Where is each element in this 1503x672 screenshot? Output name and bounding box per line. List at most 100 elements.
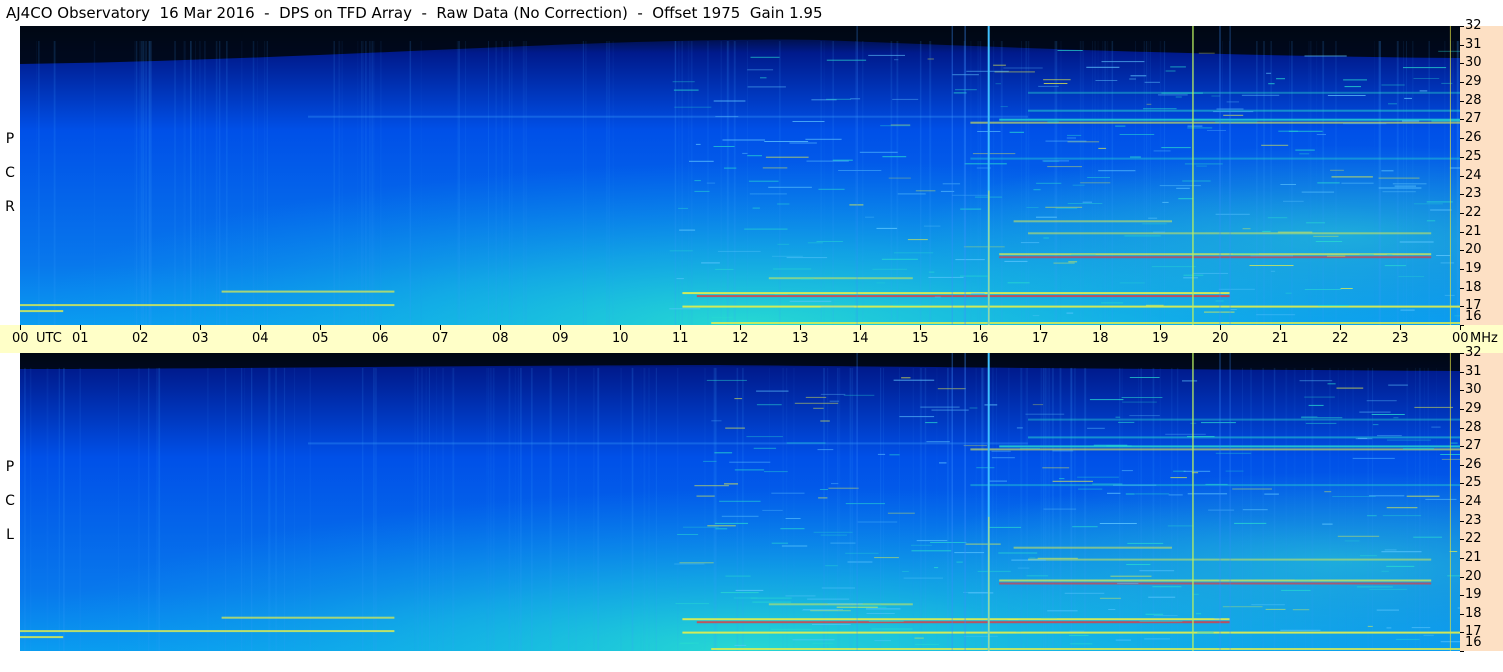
speckle <box>669 308 701 310</box>
texture-column <box>1159 367 1161 651</box>
speckle <box>1042 467 1070 469</box>
speckle <box>984 404 998 406</box>
texture-column <box>983 367 985 651</box>
speckle <box>674 106 712 108</box>
texture-column <box>849 367 851 651</box>
texture-column <box>1222 41 1223 325</box>
speckle <box>955 89 977 91</box>
speckle <box>1386 565 1415 567</box>
speckle <box>714 452 733 454</box>
texture-column <box>585 41 587 325</box>
texture-column <box>138 367 140 651</box>
speckle <box>1343 123 1387 125</box>
speckle <box>820 306 855 308</box>
speckle <box>1052 450 1074 452</box>
texture-column <box>736 367 738 651</box>
speckle <box>911 544 932 546</box>
speckle <box>1187 436 1215 438</box>
speckle <box>1170 477 1187 479</box>
speckle <box>927 58 934 60</box>
speckle <box>1043 508 1077 510</box>
speckle <box>1095 80 1118 81</box>
speckle <box>701 262 720 264</box>
texture-column <box>1242 367 1243 651</box>
texture-column <box>1040 367 1042 651</box>
vertical-interference-line <box>988 190 990 325</box>
speckle <box>934 567 939 569</box>
frequency-tick <box>1460 539 1464 541</box>
texture-column <box>46 367 49 651</box>
texture-column <box>1111 41 1114 325</box>
speckle <box>1268 83 1275 85</box>
speckle <box>713 100 746 102</box>
speckle <box>771 492 805 494</box>
rfi-line <box>1028 418 1460 421</box>
frequency-tick <box>1460 175 1464 177</box>
speckle <box>1378 177 1420 179</box>
speckle <box>772 268 812 270</box>
speckle <box>1249 265 1294 266</box>
texture-column <box>520 367 522 651</box>
speckle <box>1343 79 1367 81</box>
time-axis-label: 09 <box>552 331 569 346</box>
time-tick <box>440 325 441 330</box>
speckle <box>742 152 748 154</box>
speckle <box>1126 564 1151 565</box>
speckle <box>1344 86 1361 88</box>
texture-column <box>1121 367 1123 651</box>
texture-column <box>654 367 656 651</box>
speckle <box>1015 631 1022 633</box>
texture-column <box>1149 41 1151 325</box>
speckle <box>1187 125 1203 127</box>
speckle <box>1167 525 1194 527</box>
speckle <box>1262 230 1271 232</box>
speckle <box>1367 515 1377 517</box>
frequency-tick <box>1460 100 1464 102</box>
speckle <box>715 116 739 118</box>
lcp-frequency-label: 18 <box>1465 605 1482 621</box>
speckle <box>1377 435 1402 437</box>
speckle <box>780 528 805 530</box>
rcp-frequency-label: 26 <box>1465 130 1482 146</box>
vertical-interference-line <box>1229 353 1231 651</box>
speckle <box>1066 137 1076 139</box>
texture-column <box>733 41 736 325</box>
texture-column <box>36 41 37 325</box>
speckle <box>995 83 1001 85</box>
speckle <box>1193 593 1199 595</box>
frequency-tick <box>1460 520 1464 522</box>
speckle <box>695 143 701 145</box>
texture-column <box>465 41 466 325</box>
speckle <box>821 587 855 589</box>
time-tick <box>1160 325 1161 330</box>
speckle <box>1153 615 1178 617</box>
speckle <box>1392 183 1427 185</box>
speckle <box>847 561 873 563</box>
rfi-line <box>1028 436 1460 439</box>
speckle <box>960 275 988 277</box>
texture-column <box>488 41 489 325</box>
speckle <box>956 561 963 563</box>
speckle <box>715 268 734 270</box>
speckle <box>1135 493 1170 495</box>
texture-column <box>1380 41 1381 325</box>
speckle <box>820 420 830 422</box>
time-tick <box>140 325 141 330</box>
texture-column <box>487 367 490 651</box>
speckle <box>893 379 935 381</box>
speckle <box>786 257 828 259</box>
texture-column <box>341 41 343 325</box>
lcp-frequency-label: 21 <box>1465 549 1482 565</box>
texture-column <box>1403 41 1404 325</box>
speckle <box>1324 491 1332 493</box>
texture-column <box>1423 367 1425 651</box>
rcp-frequency-label: 22 <box>1465 204 1482 220</box>
speckle <box>725 575 751 577</box>
rcp-frequency-label: 18 <box>1465 279 1482 295</box>
speckle <box>715 528 728 530</box>
texture-column <box>517 367 519 651</box>
speckle <box>1148 596 1176 598</box>
frequency-tick <box>1460 26 1464 27</box>
texture-column <box>1412 41 1414 325</box>
texture-column <box>508 367 511 651</box>
